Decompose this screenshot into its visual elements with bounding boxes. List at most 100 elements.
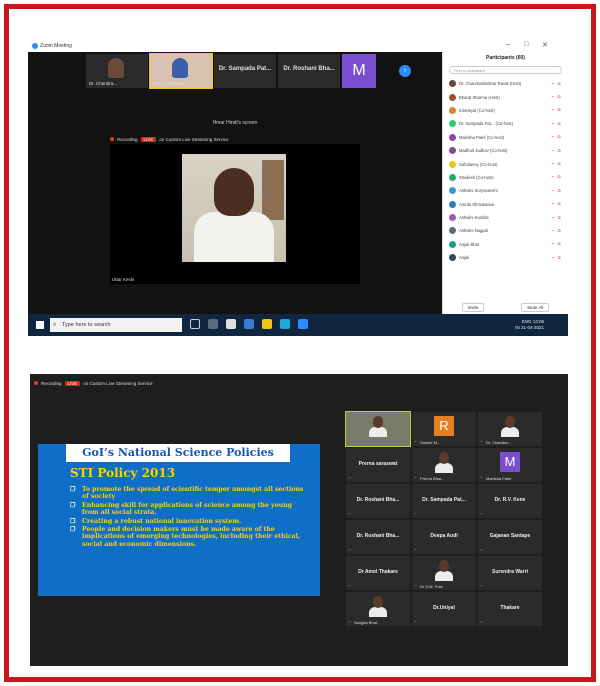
- gallery-name: Prerna saraswat: [358, 461, 398, 467]
- recording-label: Recording: [41, 380, 62, 386]
- mail-icon[interactable]: [244, 319, 254, 329]
- gallery-tile[interactable]: M ⌁ Manisha Patel: [478, 448, 542, 482]
- edge-browser-icon[interactable]: [280, 319, 290, 329]
- thumbnail-tile[interactable]: Dr. Sampada Pat...: [214, 54, 276, 88]
- gallery-tile[interactable]: Dr Amol Thakare ⌁: [346, 556, 410, 590]
- gallery-tile[interactable]: Dr. Sampada Pat... ⌁: [412, 484, 476, 518]
- gallery-tile[interactable]: Dr. Roshani Bha... ⌁: [346, 520, 410, 554]
- participant-photo: [368, 595, 388, 617]
- gallery-tile[interactable]: Prerna saraswat ⌁: [346, 448, 410, 482]
- avatar-letter: M: [500, 452, 520, 472]
- participant-name: Anjali Bhat: [459, 241, 480, 247]
- gallery-tile[interactable]: ⌁ Prerna Bhat...: [412, 448, 476, 482]
- muted-mic-icon: ⌁: [414, 475, 418, 481]
- participant-avatar: [449, 227, 456, 235]
- thumbnail-tile[interactable]: Dr. Chandra...: [86, 54, 148, 88]
- gallery-tile[interactable]: Dr. Roshani Bha... ⌁: [346, 484, 410, 518]
- minimize-icon[interactable]: –: [506, 41, 510, 48]
- speaker-head: [214, 168, 254, 216]
- window-title: Zoom Meeting: [40, 43, 72, 49]
- participant-name: Dr. Sampada Pat... (Co-host): [459, 121, 513, 127]
- task-view-icon[interactable]: [208, 319, 218, 329]
- participant-name: Ashwini Suryavanshi: [459, 188, 498, 194]
- gallery-tile[interactable]: Deepa Audi ⌁: [412, 520, 476, 554]
- thumbnail-name: Prerna Prakash: [153, 81, 185, 86]
- participant-row[interactable]: Ashwini Suryavanshi ⌁ ⊘: [443, 184, 568, 197]
- thumbnail-tile[interactable]: Prerna Prakash: [149, 53, 213, 89]
- participant-row[interactable]: Madhuri Jadhav (Co-host) ⌁ ⊘: [443, 144, 568, 157]
- gallery-tile[interactable]: ⌁ Dr S.M. Pote: [412, 556, 476, 590]
- muted-mic-icon: ⌁: [348, 439, 352, 445]
- slide-bullet-list: To promote the spread of scientific temp…: [70, 486, 310, 549]
- participant-row[interactable]: Dr. Sampada Pat... (Co-host) ⌁ ⊘: [443, 117, 568, 130]
- muted-mic-icon: ⌁: [348, 475, 352, 481]
- gallery-tile[interactable]: Gajanan Santape ⌁: [478, 520, 542, 554]
- maximize-icon[interactable]: □: [524, 41, 528, 48]
- muted-mic-icon: ⌁: [348, 619, 352, 625]
- mute-all-button[interactable]: Mute All: [521, 303, 550, 312]
- bookshelf: [262, 160, 284, 220]
- participant-list: Dr. Chandrashekhar Ravat (Host) ⌁ ⊘ Bharat…: [443, 77, 568, 264]
- participant-avatar: [449, 214, 456, 222]
- gallery-tile[interactable]: Surendra Warri ⌁: [478, 556, 542, 590]
- thumbnail-strip: Dr. Chandra... Prerna Prakash Dr. Sampada …: [86, 53, 376, 89]
- live-badge: LIVE: [140, 136, 157, 142]
- gallery-tile[interactable]: Dr. R.V. Kene ⌁: [478, 484, 542, 518]
- live-badge: LIVE: [64, 380, 81, 386]
- thumbnail-tile[interactable]: M: [342, 54, 376, 88]
- participant-row[interactable]: Sahalaney (Co-host) ⌁ ⊘: [443, 157, 568, 170]
- participant-row[interactable]: Ashwini Nagpal ⌁ ⊘: [443, 224, 568, 237]
- windows-start-icon[interactable]: [36, 321, 44, 329]
- participant-row[interactable]: Ashwini Kamble ⌁ ⊘: [443, 211, 568, 224]
- participant-row[interactable]: Bharat Sharma (Host) ⌁ ⊘: [443, 90, 568, 103]
- gallery-tile[interactable]: Dr.Uniyal ⌁: [412, 592, 476, 626]
- slide-bullet: To promote the spread of scientific temp…: [70, 486, 310, 501]
- participant-photo: [434, 451, 454, 473]
- participant-avatar: [449, 173, 456, 181]
- tray-clock-date: 21-04-2021: [520, 325, 544, 330]
- taskbar-search-box[interactable]: ⌕ Type here to search: [50, 318, 182, 332]
- thumbnail-name: Dr. Sampada Pat...: [218, 66, 272, 72]
- gallery-tile[interactable]: R ⌁ Sanket M...: [412, 412, 476, 446]
- participant-row[interactable]: Kirankyal (Co-host) ⌁ ⊘: [443, 104, 568, 117]
- participant-name: Shailesh (Co-host): [459, 174, 494, 180]
- participant-search-input[interactable]: Find a participant: [449, 66, 562, 74]
- thumbnail-tile[interactable]: Dr. Roshani Bha...: [278, 54, 340, 88]
- search-circle-icon[interactable]: [190, 319, 200, 329]
- shared-video: Uttar Keshi: [110, 144, 360, 284]
- file-explorer-icon[interactable]: [262, 319, 272, 329]
- gallery-tile[interactable]: Thakare ⌁: [478, 592, 542, 626]
- participants-panel: Participants (60) Find a participant Dr.…: [442, 52, 568, 314]
- gallery-tile[interactable]: ⌁ Sangita Bhat: [346, 592, 410, 626]
- live-session-label[interactable]: on Custom Live Streaming Service: [159, 137, 228, 142]
- tray-language: ENG: [521, 319, 532, 324]
- participant-name: Ashwini Kamble: [459, 215, 489, 221]
- participant-row[interactable]: Dr. Chandrashekhar Ravat (Host) ⌁ ⊘: [443, 77, 568, 90]
- next-page-arrow-icon[interactable]: ›: [399, 65, 411, 77]
- recording-label: Recording: [117, 136, 138, 142]
- muted-mic-icon: ⌁: [480, 547, 484, 553]
- window-titlebar: Zoom Meeting – □ ✕: [28, 40, 568, 52]
- participant-row[interactable]: Anjali Bhat ⌁ ⊘: [443, 238, 568, 251]
- muted-mic-icon: ⌁: [414, 439, 418, 445]
- tray-clock-time: 13:06: [532, 319, 544, 324]
- invite-button[interactable]: Invite: [461, 303, 485, 312]
- store-icon[interactable]: [226, 319, 236, 329]
- system-tray[interactable]: ENG 13:06 IN 21-04-2021: [515, 319, 544, 331]
- video-caption: Uttar Keshi: [112, 277, 135, 282]
- gallery-name-tag: Prerna Bhat...: [420, 476, 445, 481]
- participant-avatar: [449, 254, 456, 262]
- participant-row[interactable]: Shailesh (Co-host) ⌁ ⊘: [443, 171, 568, 184]
- gallery-tile[interactable]: ⌁: [345, 411, 411, 447]
- gallery-tile[interactable]: ⌁ Dr. Chandra...: [478, 412, 542, 446]
- zoom-taskbar-icon[interactable]: [298, 319, 308, 329]
- participant-row[interactable]: Anjali ⌁ ⊘: [443, 251, 568, 264]
- taskbar-search-text: Type here to search: [62, 322, 111, 328]
- muted-mic-video-icon: ⌁ ⊘: [551, 107, 562, 113]
- participant-row[interactable]: Manisha Patel (Co-host) ⌁ ⊘: [443, 131, 568, 144]
- gallery-name: Surendra Warri: [492, 569, 528, 575]
- live-session-label[interactable]: on Custom Live Streaming Service: [83, 381, 152, 386]
- close-icon[interactable]: ✕: [542, 41, 548, 49]
- gallery-name: Dr Amol Thakare: [358, 569, 398, 575]
- participant-row[interactable]: Amrita Shrivastava ⌁ ⊘: [443, 198, 568, 211]
